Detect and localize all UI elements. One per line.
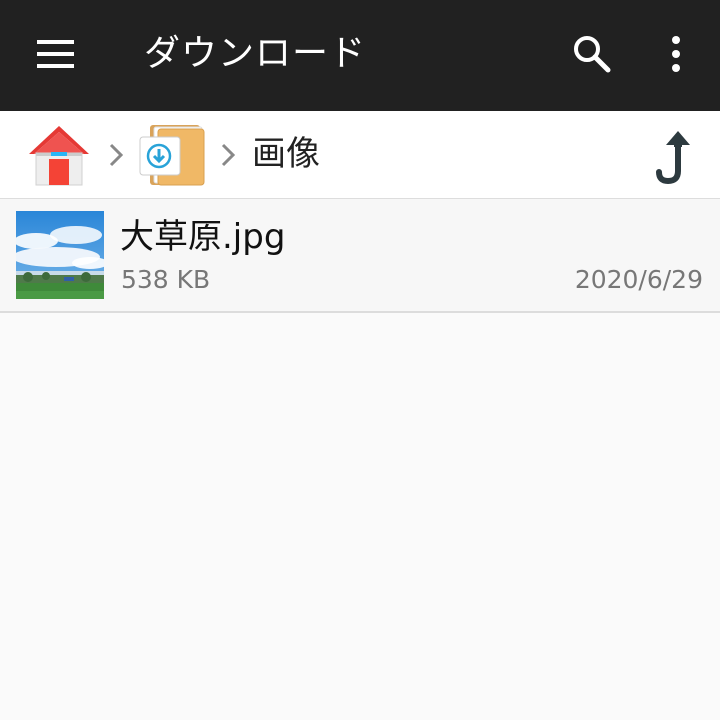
file-list-item[interactable]: 大草原.jpg 538 KB 2020/6/29 <box>0 199 720 313</box>
breadcrumb-download-folder[interactable] <box>138 121 208 191</box>
file-manager-screen: ダウンロード 画像 大草原.jpg 538 KB 2020/6/29 <box>0 0 720 720</box>
file-date: 2020/6/29 <box>574 265 703 294</box>
breadcrumb-separator <box>216 141 240 169</box>
chevron-right-icon <box>109 143 124 167</box>
menu-icon <box>37 40 74 68</box>
breadcrumb: 画像 <box>0 111 720 199</box>
app-title: ダウンロード <box>144 33 367 74</box>
parent-folder-button[interactable] <box>646 125 702 189</box>
app-bar: ダウンロード <box>0 0 720 111</box>
breadcrumb-home[interactable] <box>26 123 92 189</box>
search-icon <box>574 36 611 73</box>
download-folder-icon <box>139 125 205 186</box>
file-name: 大草原.jpg <box>120 217 286 257</box>
home-icon <box>29 126 89 186</box>
menu-button[interactable] <box>28 26 84 82</box>
file-thumbnail <box>16 211 104 299</box>
file-size: 538 KB <box>121 265 211 294</box>
landscape-thumbnail <box>16 211 104 299</box>
chevron-right-icon <box>221 143 236 167</box>
up-arrow-icon <box>656 131 690 185</box>
more-options-button[interactable] <box>648 26 704 82</box>
search-button[interactable] <box>564 26 620 82</box>
more-vert-icon <box>672 36 680 72</box>
breadcrumb-current-folder[interactable]: 画像 <box>252 131 320 177</box>
breadcrumb-separator <box>104 141 128 169</box>
